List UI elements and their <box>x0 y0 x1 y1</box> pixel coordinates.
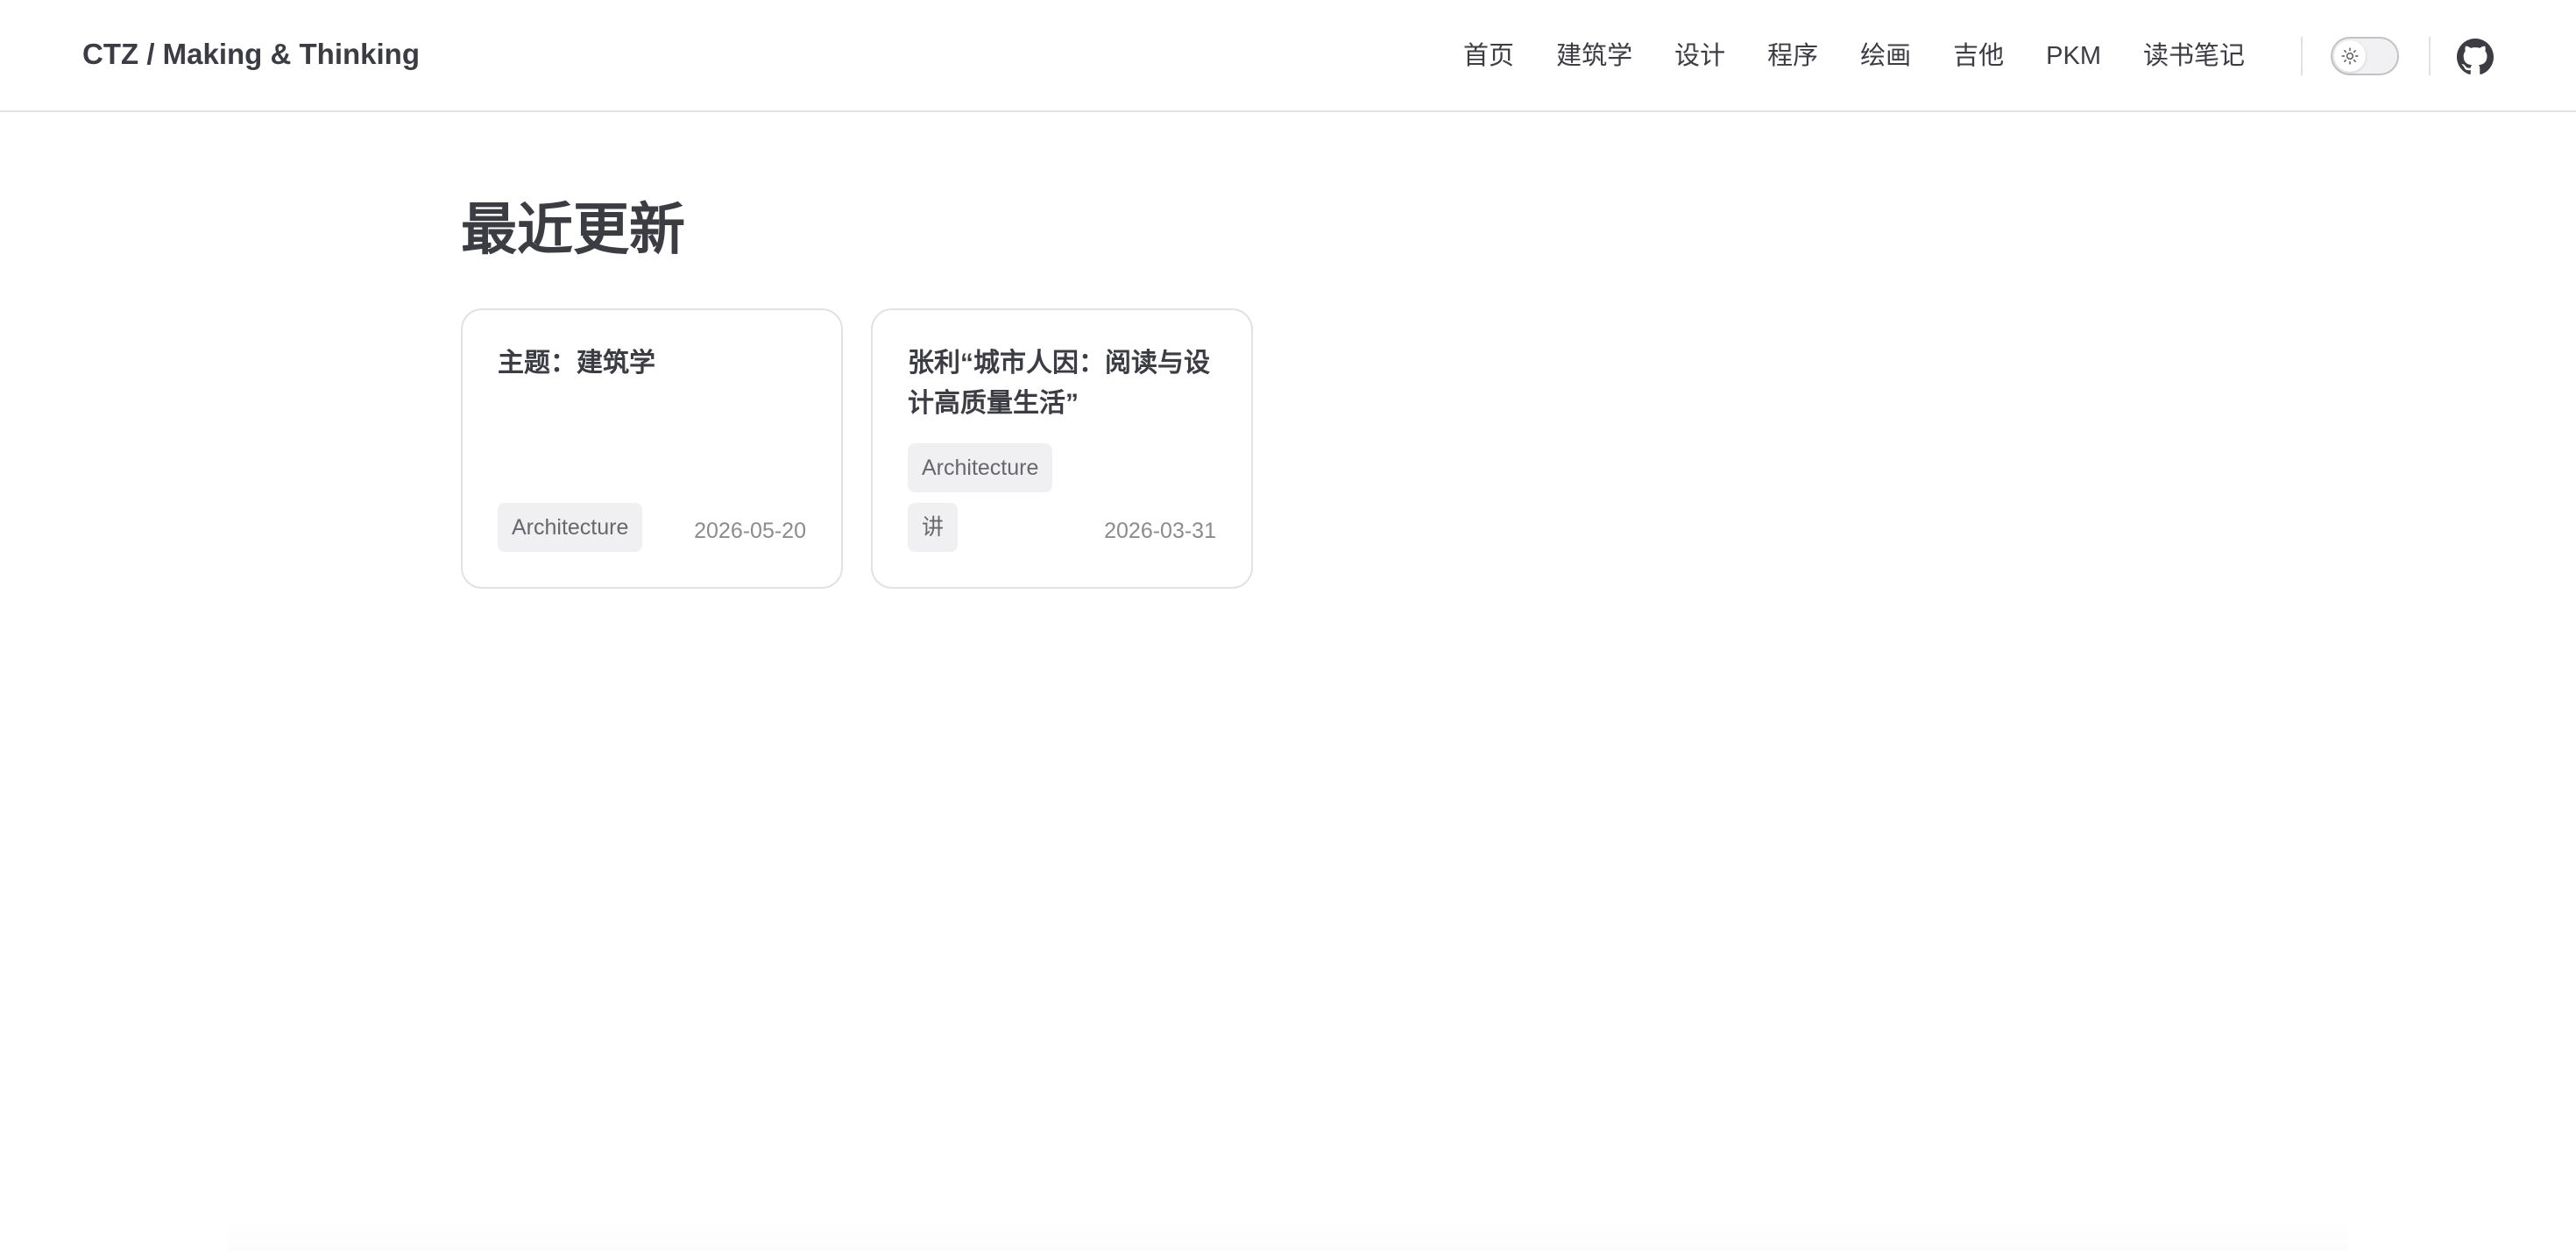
toggle-knob <box>2334 40 2366 72</box>
nav-item-guitar[interactable]: 吉他 <box>1932 35 2025 77</box>
tag-lecture[interactable]: 讲 <box>908 503 959 552</box>
nav-links: 首页 建筑学 设计 程序 绘画 吉他 PKM 读书笔记 <box>1442 35 2266 77</box>
github-link[interactable] <box>2457 39 2494 75</box>
nav-item-pkm[interactable]: PKM <box>2025 35 2122 77</box>
nav-item-design[interactable]: 设计 <box>1653 35 1746 77</box>
nav-divider-2 <box>2429 37 2431 75</box>
page-title: 最近更新 <box>461 198 685 261</box>
nav-item-painting[interactable]: 绘画 <box>1839 35 1932 77</box>
nav-item-architecture[interactable]: 建筑学 <box>1535 35 1653 77</box>
post-card[interactable]: 张利“城市人因：阅读与设计高质量生活” Architecture 讲 2026-… <box>871 308 1253 589</box>
nav-item-reading-notes[interactable]: 读书笔记 <box>2122 35 2266 77</box>
footer-shadow <box>228 1218 2348 1251</box>
tag-architecture[interactable]: Architecture <box>908 443 1053 492</box>
site-title[interactable]: CTZ / Making & Thinking <box>82 35 420 74</box>
tag-architecture[interactable]: Architecture <box>498 503 643 552</box>
theme-toggle[interactable] <box>2331 37 2399 75</box>
nav-item-programming[interactable]: 程序 <box>1746 35 1839 77</box>
top-navbar: CTZ / Making & Thinking 首页 建筑学 设计 程序 绘画 … <box>0 0 2576 112</box>
sun-icon <box>2341 47 2359 65</box>
card-title[interactable]: 主题：建筑学 <box>498 343 813 384</box>
nav-item-home[interactable]: 首页 <box>1442 35 1535 77</box>
nav-divider <box>2301 37 2303 75</box>
github-icon <box>2457 39 2494 74</box>
card-title[interactable]: 张利“城市人因：阅读与设计高质量生活” <box>908 343 1223 424</box>
main-content: 最近更新 主题：建筑学 Architecture 2026-05-20 张利“城… <box>461 193 1253 589</box>
post-card[interactable]: 主题：建筑学 Architecture 2026-05-20 <box>461 308 843 589</box>
card-date: 2026-05-20 <box>694 519 806 543</box>
card-date: 2026-03-31 <box>1104 519 1216 543</box>
